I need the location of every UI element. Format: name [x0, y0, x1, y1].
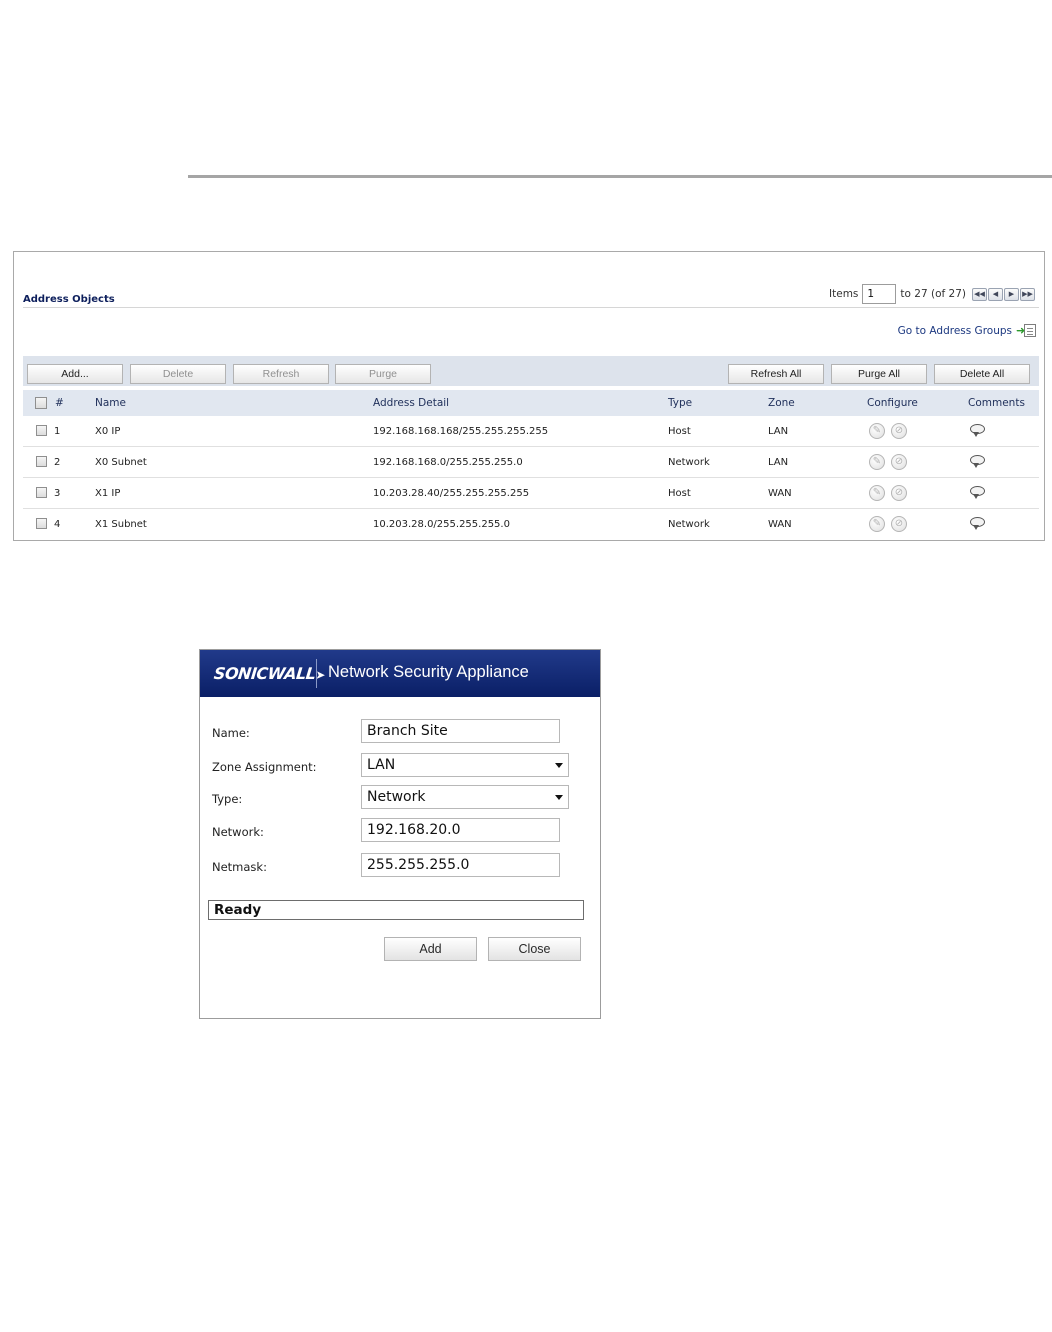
netmask-label: Netmask: [212, 860, 267, 874]
pagination: Items to 27 (of 27) ◀◀ ◀ ▶ ▶▶ [829, 283, 1035, 305]
row-num: 4 [54, 519, 61, 530]
add-address-object-dialog: SONICWALL➤ Network Security Appliance Na… [199, 649, 601, 1019]
comment-icon[interactable] [970, 517, 987, 530]
netmask-input[interactable]: 255.255.255.0 [361, 853, 560, 877]
delete-icon[interactable]: ⊘ [891, 516, 907, 532]
page-divider [188, 175, 1052, 178]
title-divider [23, 307, 1039, 308]
row-address-detail: 192.168.168.0/255.255.255.0 [373, 457, 523, 468]
prev-page-icon[interactable]: ◀ [988, 287, 1003, 301]
column-type[interactable]: Type [668, 390, 692, 416]
pager-items-label: Items [829, 288, 859, 300]
row-checkbox[interactable] [36, 425, 47, 436]
row-name: X1 IP [95, 488, 121, 499]
delete-button[interactable]: Delete [130, 364, 226, 384]
delete-all-button[interactable]: Delete All [934, 364, 1030, 384]
panel-title: Address Objects [23, 294, 115, 305]
row-checkbox[interactable] [36, 456, 47, 467]
column-num: # [55, 397, 64, 409]
column-comments: Comments [968, 397, 1025, 409]
row-num: 1 [54, 426, 61, 437]
refresh-all-button[interactable]: Refresh All [728, 364, 824, 384]
address-objects-panel: Address Objects Items to 27 (of 27) ◀◀ ◀… [13, 251, 1045, 541]
table-row[interactable]: 4 X1 Subnet 10.203.28.0/255.255.255.0 Ne… [23, 509, 1039, 540]
table-header: # Name Address Detail Type Zone Configur… [23, 390, 1039, 416]
go-to-address-groups-label: Go to Address Groups [897, 325, 1012, 337]
first-page-icon[interactable]: ◀◀ [972, 287, 987, 301]
comment-icon[interactable] [970, 455, 987, 468]
type-select[interactable]: Network [361, 785, 569, 809]
pager-range-text: to 27 (of 27) [900, 288, 966, 300]
dialog-header: SONICWALL➤ Network Security Appliance [200, 650, 600, 697]
row-zone: WAN [768, 488, 792, 499]
row-zone: LAN [768, 426, 789, 437]
comment-icon[interactable] [970, 424, 987, 437]
row-address-detail: 192.168.168.168/255.255.255.255 [373, 426, 549, 437]
row-num: 3 [54, 488, 61, 499]
network-label: Network: [212, 825, 264, 839]
add-button[interactable]: Add... [27, 364, 123, 384]
delete-icon[interactable]: ⊘ [891, 485, 907, 501]
purge-all-button[interactable]: Purge All [831, 364, 927, 384]
row-type: Network [668, 457, 710, 468]
delete-icon[interactable]: ⊘ [891, 423, 907, 439]
row-name: X0 IP [95, 426, 121, 437]
row-zone: WAN [768, 519, 792, 530]
row-checkbox[interactable] [36, 487, 47, 498]
edit-icon[interactable]: ✎ [869, 423, 885, 439]
name-input[interactable]: Branch Site [361, 719, 560, 743]
address-groups-icon: ➜ [1016, 324, 1036, 338]
close-button[interactable]: Close [488, 937, 581, 961]
zone-assignment-value: LAN [367, 757, 396, 773]
add-button[interactable]: Add [384, 937, 477, 961]
delete-icon[interactable]: ⊘ [891, 454, 907, 470]
row-type: Host [668, 488, 691, 499]
column-address-detail[interactable]: Address Detail [373, 390, 449, 416]
header-separator [316, 659, 317, 688]
zone-assignment-select[interactable]: LAN [361, 753, 569, 777]
last-page-icon[interactable]: ▶▶ [1020, 287, 1035, 301]
chevron-down-icon [555, 795, 563, 800]
edit-icon[interactable]: ✎ [869, 516, 885, 532]
name-label: Name: [212, 726, 250, 740]
type-label: Type: [212, 792, 243, 806]
zone-assignment-label: Zone Assignment: [212, 760, 317, 774]
row-name: X0 Subnet [95, 457, 147, 468]
row-num: 2 [54, 457, 61, 468]
column-name[interactable]: Name [95, 390, 126, 416]
refresh-button[interactable]: Refresh [233, 364, 329, 384]
row-zone: LAN [768, 457, 789, 468]
row-address-detail: 10.203.28.0/255.255.255.0 [373, 519, 510, 530]
toolbar: Add... Delete Refresh Purge Refresh All … [23, 356, 1039, 386]
table-row[interactable]: 3 X1 IP 10.203.28.40/255.255.255.255 Hos… [23, 478, 1039, 509]
column-zone[interactable]: Zone [768, 390, 795, 416]
chevron-down-icon [555, 763, 563, 768]
row-name: X1 Subnet [95, 519, 147, 530]
edit-icon[interactable]: ✎ [869, 454, 885, 470]
pager-nav: ◀◀ ◀ ▶ ▶▶ [971, 287, 1035, 301]
pager-current-input[interactable] [862, 284, 897, 304]
column-configure: Configure [867, 397, 918, 409]
purge-button[interactable]: Purge [335, 364, 431, 384]
next-page-icon[interactable]: ▶ [1004, 287, 1019, 301]
type-value: Network [367, 789, 426, 805]
dialog-title: Network Security Appliance [328, 663, 529, 681]
go-to-address-groups-link[interactable]: Go to Address Groups ➜ [898, 324, 1036, 338]
network-input[interactable]: 192.168.20.0 [361, 818, 560, 842]
row-address-detail: 10.203.28.40/255.255.255.255 [373, 488, 530, 499]
sonicwall-logo: SONICWALL➤ [213, 664, 326, 683]
row-type: Network [668, 519, 710, 530]
edit-icon[interactable]: ✎ [869, 485, 885, 501]
comment-icon[interactable] [970, 486, 987, 499]
select-all-checkbox[interactable] [35, 397, 47, 409]
row-type: Host [668, 426, 691, 437]
table-row[interactable]: 1 X0 IP 192.168.168.168/255.255.255.255 … [23, 416, 1039, 447]
status-bar: Ready [208, 900, 584, 920]
table-row[interactable]: 2 X0 Subnet 192.168.168.0/255.255.255.0 … [23, 447, 1039, 478]
row-checkbox[interactable] [36, 518, 47, 529]
